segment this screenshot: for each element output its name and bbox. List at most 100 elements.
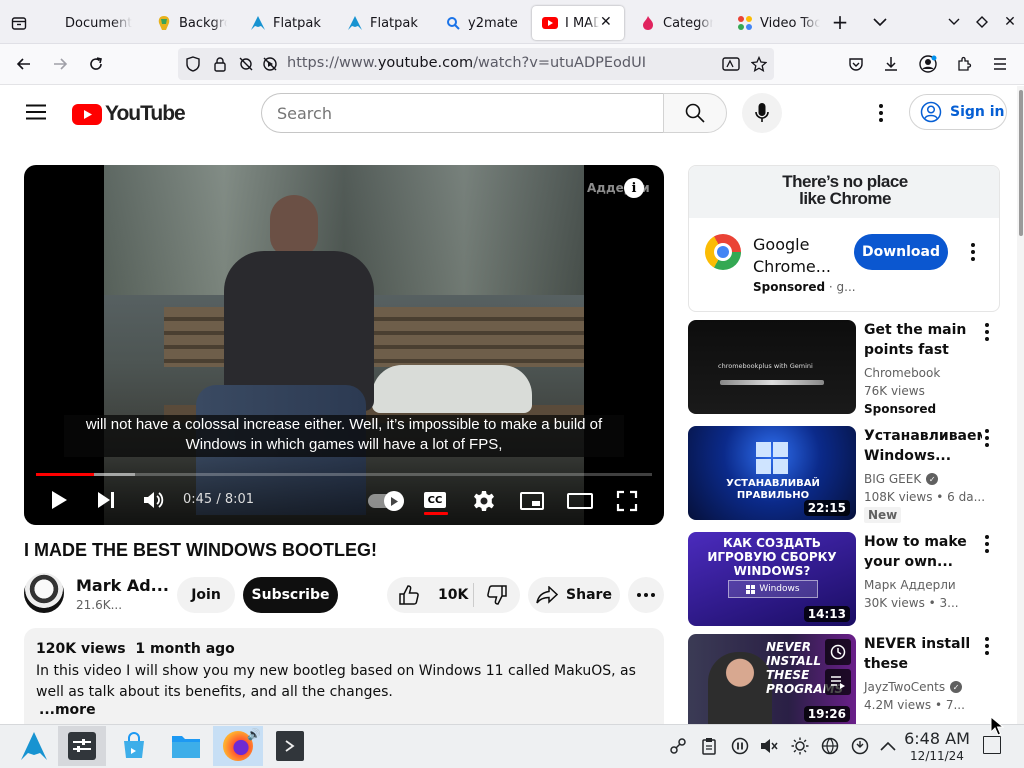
related-menu-icon-1[interactable] [977,320,997,344]
related-channel-1[interactable]: Chromebook [864,366,940,380]
settings-kebab-icon[interactable] [871,101,891,125]
autoplay-blocked-icon[interactable] [258,52,282,76]
play-button[interactable] [48,489,70,511]
updates-icon[interactable] [850,736,870,756]
related-thumbnail-3[interactable]: КАК СОЗДАТЬ ИГРОВУЮ СБОРКУ WINDOWS? Wind… [688,532,856,626]
menu-icon[interactable] [988,52,1012,76]
related-thumbnail-4[interactable]: NEVER INSTALL THESE PROGRAMS 19:26 [688,634,856,724]
volume-muted-icon[interactable] [759,736,779,756]
progress-bar[interactable] [36,473,652,476]
voice-search-button[interactable] [742,93,782,133]
back-icon[interactable] [12,52,36,76]
add-queue-icon[interactable] [825,669,851,695]
search-button[interactable] [663,93,727,133]
system-settings-icon[interactable] [58,726,106,766]
tab-y2mate[interactable]: y2mate [445,6,525,40]
network-icon[interactable] [820,736,840,756]
tab-flatpak-1[interactable]: Flatpak [250,6,330,40]
tab-video-tools[interactable]: Video Tools [737,6,823,40]
channel-name[interactable]: Mark Ad... [76,576,169,595]
related-title-2[interactable]: Устанавливаем Windows... [864,426,982,466]
tab-background[interactable]: Background [156,6,228,40]
related-channel-3[interactable]: Марк Аддерли [864,578,956,592]
clipboard-icon[interactable] [699,736,719,756]
tracking-protection-icon[interactable] [181,52,205,76]
video-player[interactable]: Аддерли i will not have a colossal incre… [24,165,664,525]
share-button[interactable]: Share [528,577,620,613]
dislike-button[interactable] [474,577,520,613]
minimize-icon[interactable] [943,11,965,33]
new-tab-icon[interactable]: + [829,10,851,34]
related-thumbnail-1[interactable]: chromebookplus with Gemini [688,320,856,414]
tab-flatpak-2[interactable]: Flatpak [347,6,427,40]
related-menu-icon-3[interactable] [977,532,997,556]
settings-gear-icon[interactable] [473,490,495,512]
terminal-icon[interactable] [276,731,304,761]
downloads-icon[interactable] [879,52,903,76]
like-button[interactable]: 10K [387,577,473,613]
sign-in-button[interactable]: Sign in [909,94,1007,130]
tray-expand-icon[interactable] [878,736,898,756]
arch-launcher-icon[interactable] [20,731,48,761]
channel-avatar[interactable] [24,573,64,613]
clock[interactable]: 6:48 AM 12/11/24 [904,730,970,764]
lock-icon[interactable] [208,52,232,76]
subtitles-button[interactable]: CC [424,490,448,515]
account-icon[interactable] [916,52,940,76]
theater-mode-icon[interactable] [567,492,593,510]
ad-menu-icon[interactable] [963,240,983,264]
show-desktop-icon[interactable] [983,736,1001,754]
related-thumbnail-2[interactable]: УСТАНАВЛИВАЙ ПРАВИЛЬНО 22:15 [688,426,856,520]
maximize-icon[interactable] [971,11,993,33]
fullscreen-icon[interactable] [616,490,638,512]
discover-store-icon[interactable] [120,732,148,760]
search-input[interactable] [277,102,647,124]
tab-category[interactable]: Category [640,6,720,40]
page-scrollbar-thumb[interactable] [1019,90,1023,236]
ad-title[interactable]: Google Chrome... [753,234,839,278]
media-pause-icon[interactable] [730,736,750,756]
related-title-1[interactable]: Get the main points fast from... [864,320,982,360]
autoplay-toggle[interactable] [368,491,404,511]
related-title-4[interactable]: NEVER install these programs... [864,634,982,674]
watch-later-icon[interactable] [825,639,851,665]
extensions-icon[interactable] [952,52,976,76]
join-button[interactable]: Join [177,577,235,613]
related-title-3[interactable]: How to make your own... [864,532,982,572]
subscribe-button[interactable]: Subscribe [243,577,338,613]
bookmark-star-icon[interactable] [747,52,771,76]
related-menu-icon-2[interactable] [977,426,997,450]
tab-documentation[interactable]: Documentation [42,6,132,40]
info-icon[interactable]: i [624,178,644,198]
list-tabs-icon[interactable] [869,11,891,33]
miniplayer-icon[interactable] [520,491,544,511]
forward-icon[interactable] [48,52,72,76]
related-channel-row-2[interactable]: BIG GEEK ✓ [864,472,939,486]
description-box[interactable]: 120K views 1 month ago In this video I w… [24,628,664,724]
tab-youtube-active[interactable]: I MADE ✕ [532,6,624,40]
firefox-taskbar-icon[interactable]: 🔊 [213,726,263,766]
close-window-icon[interactable]: ✕ [999,11,1021,33]
permissions-icon[interactable] [234,52,258,76]
reload-icon[interactable] [84,52,108,76]
flame-icon [640,15,656,31]
tab-overview-icon[interactable] [8,12,30,34]
search-box[interactable] [261,93,664,133]
ad-card[interactable]: There’s no place like Chrome Google Chro… [688,165,1000,312]
url-text[interactable]: https://www.youtube.com/watch?v=utuADPEo… [287,55,646,71]
next-button[interactable] [96,490,116,510]
more-actions-button[interactable] [628,577,664,613]
pocket-icon[interactable] [844,52,868,76]
hamburger-menu-icon[interactable] [26,104,46,120]
youtube-logo[interactable]: YouTube [72,102,186,126]
translate-icon[interactable] [719,52,743,76]
download-button[interactable]: Download [854,234,948,270]
close-tab-icon[interactable]: ✕ [600,14,612,30]
file-manager-icon[interactable] [171,732,201,760]
kde-connect-icon[interactable] [668,736,688,756]
related-menu-icon-4[interactable] [977,634,997,658]
brightness-icon[interactable] [790,736,810,756]
related-channel-row-4[interactable]: JayzTwoCents ✓ [864,680,963,694]
volume-button[interactable] [142,489,164,511]
show-more-link[interactable]: ...more [39,702,96,718]
